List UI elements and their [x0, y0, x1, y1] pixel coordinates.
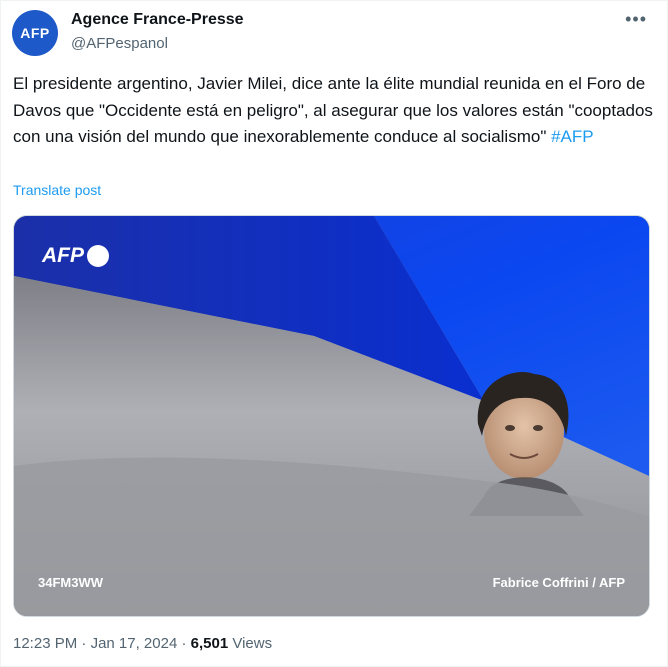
- tweet-date[interactable]: Jan 17, 2024: [91, 635, 178, 652]
- author-handle[interactable]: @AFPespanol: [71, 35, 168, 52]
- views-label: Views: [228, 635, 273, 652]
- hashtag-link[interactable]: #AFP: [551, 127, 594, 146]
- author-name[interactable]: Agence France-Presse: [71, 11, 244, 29]
- avatar[interactable]: AFP: [12, 10, 58, 56]
- more-options-icon[interactable]: •••: [625, 9, 647, 30]
- photo-credit: Fabrice Coffrini / AFP: [492, 575, 625, 590]
- photo-code: 34FM3WW: [38, 575, 103, 590]
- afp-watermark-logo: AFP: [42, 244, 109, 268]
- avatar-text: AFP: [20, 25, 50, 41]
- afp-logo-dot-icon: [87, 245, 109, 267]
- tweet-photo[interactable]: AFP 34FM3WW Fabrice Coffrini / AFP: [13, 215, 650, 617]
- photo-image: [14, 216, 649, 616]
- tweet-text: El presidente argentino, Javier Milei, d…: [13, 71, 658, 151]
- tweet-time[interactable]: 12:23 PM: [13, 635, 77, 652]
- meta-separator: ·: [177, 635, 191, 652]
- meta-separator: ·: [77, 635, 91, 652]
- translate-post-link[interactable]: Translate post: [13, 182, 101, 198]
- afp-logo-text: AFP: [42, 244, 84, 267]
- tweet-card: AFP Agence France-Presse @AFPespanol •••…: [0, 0, 668, 667]
- tweet-meta: 12:23 PM · Jan 17, 2024 · 6,501 Views: [13, 635, 272, 652]
- views-count[interactable]: 6,501: [191, 635, 229, 652]
